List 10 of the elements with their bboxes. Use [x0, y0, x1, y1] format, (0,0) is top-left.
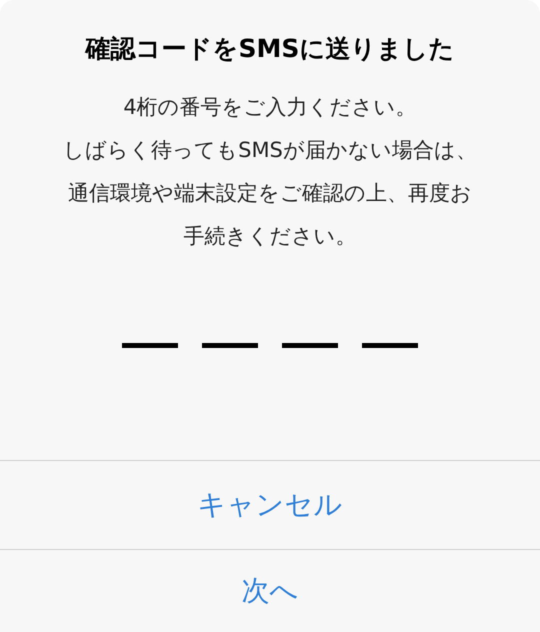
message-text: 通信環境や端末設定をご確認の上、再度お手続きください。: [67, 180, 473, 250]
message-text: しばらく待ってもSMSが届かない場合は、: [63, 136, 477, 164]
cancel-button[interactable]: キャンセル: [0, 460, 540, 549]
message-text: 4桁の番号をご入力ください。: [123, 94, 417, 120]
code-digit-field[interactable]: [282, 343, 338, 348]
code-digit-field[interactable]: [362, 343, 418, 348]
code-digit-field[interactable]: [202, 343, 258, 348]
dialog-title: 確認コードをSMSに送りました: [86, 33, 454, 65]
next-button[interactable]: 次へ: [0, 549, 540, 632]
code-digit-field[interactable]: [122, 343, 178, 348]
